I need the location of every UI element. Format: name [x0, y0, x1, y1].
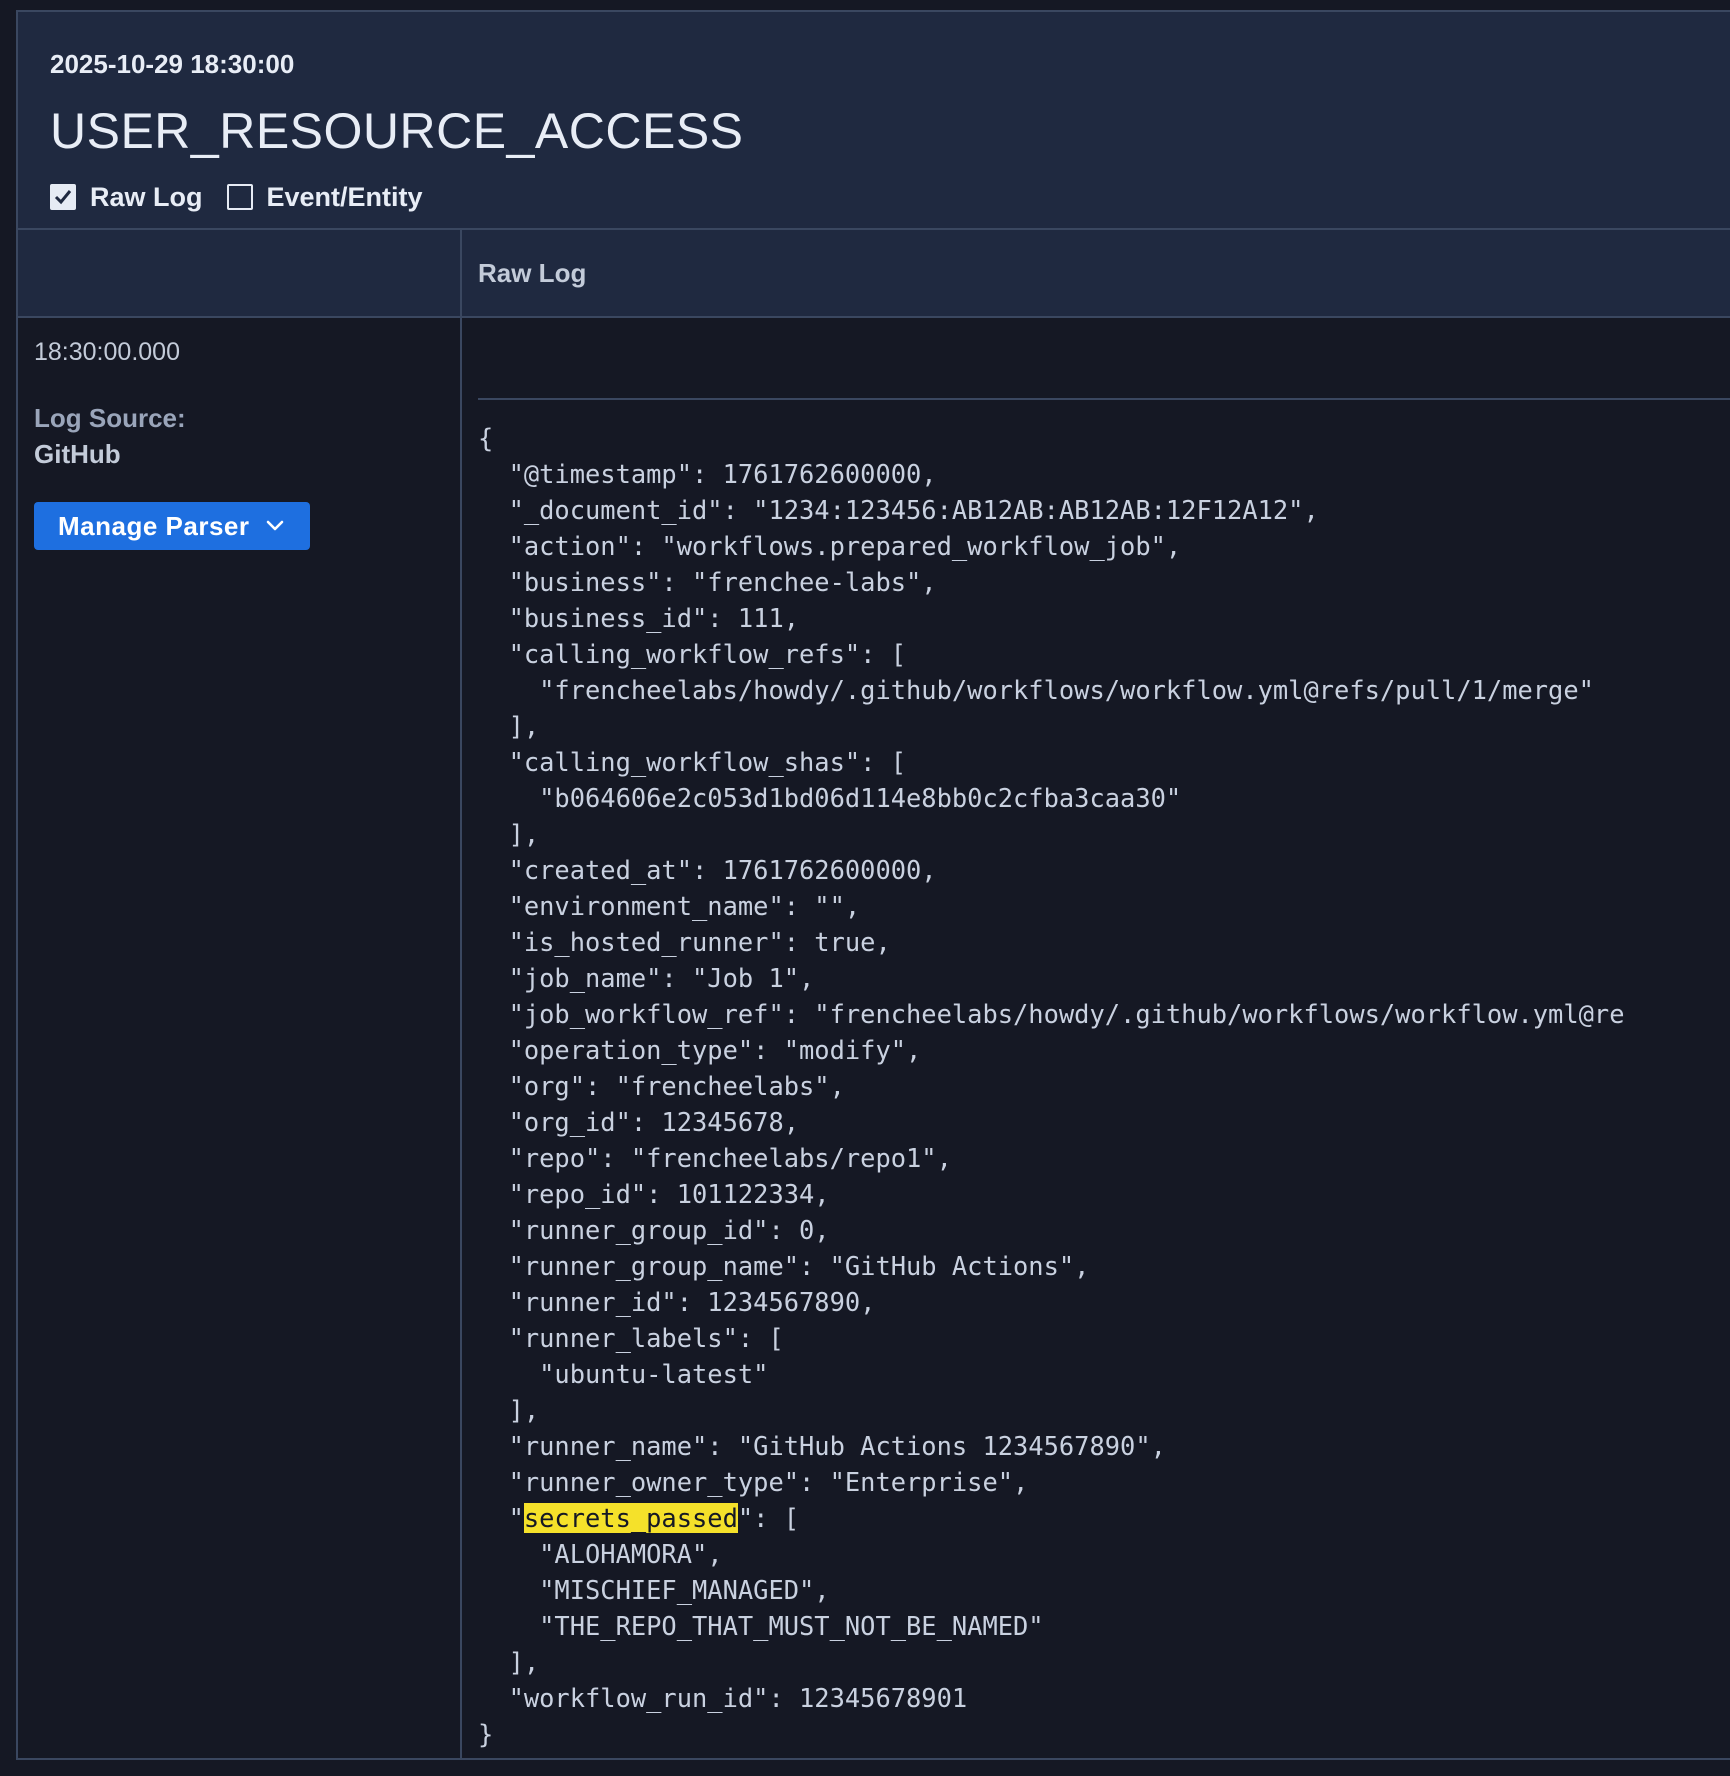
raw-log-line: "secrets_passed": [ — [478, 1503, 800, 1533]
raw-log-line: "THE_REPO_THAT_MUST_NOT_BE_NAMED" — [478, 1611, 1044, 1641]
raw-log-line: "job_workflow_ref": "frencheelabs/howdy/… — [478, 999, 1625, 1029]
raw-log-line: "runner_group_name": "GitHub Actions", — [478, 1251, 1090, 1281]
raw-log-line: ], — [478, 819, 540, 849]
log-detail-panel: 2025-10-29 18:30:00 USER_RESOURCE_ACCESS… — [16, 10, 1730, 1760]
raw-log-line: { — [478, 423, 494, 453]
raw-log-line: "repo_id": 101122334, — [478, 1179, 830, 1209]
table-body: 18:30:00.000 Log Source: GitHub Manage P… — [18, 318, 1730, 1758]
raw-log-line: ], — [478, 1395, 540, 1425]
manage-parser-button[interactable]: Manage Parser — [34, 502, 310, 550]
event-meta-column: 18:30:00.000 Log Source: GitHub Manage P… — [18, 318, 462, 1758]
raw-log-toggle[interactable]: Raw Log — [50, 182, 203, 213]
raw-log-line: "repo": "frencheelabs/repo1", — [478, 1143, 952, 1173]
event-entity-toggle[interactable]: Event/Entity — [226, 181, 423, 213]
table-header-left — [18, 230, 462, 316]
raw-log-line: "org": "frencheelabs", — [478, 1071, 845, 1101]
raw-log-column: { "@timestamp": 1761762600000, "_documen… — [462, 318, 1730, 1758]
raw-log-line: "runner_name": "GitHub Actions 123456789… — [478, 1431, 1166, 1461]
event-header: 2025-10-29 18:30:00 USER_RESOURCE_ACCESS… — [18, 12, 1730, 230]
raw-log-line: "workflow_run_id": 12345678901 — [478, 1683, 968, 1713]
event-time: 18:30:00.000 — [34, 338, 180, 366]
raw-log-line: "runner_group_id": 0, — [478, 1215, 830, 1245]
raw-log-column-header: Raw Log — [478, 257, 587, 288]
raw-log-line: "created_at": 1761762600000, — [478, 855, 937, 885]
raw-log-label: Raw Log — [90, 181, 203, 212]
raw-log-line: } — [478, 1719, 494, 1749]
log-source-label: Log Source: — [34, 403, 186, 433]
view-toggles: Raw Log Event/Entity — [50, 180, 1730, 214]
raw-log-line: "environment_name": "", — [478, 891, 861, 921]
checkmark-icon — [54, 190, 72, 205]
raw-log-line: "calling_workflow_shas": [ — [478, 747, 907, 777]
raw-log-line: "frencheelabs/howdy/.github/workflows/wo… — [478, 675, 1594, 705]
raw-log-line: "@timestamp": 1761762600000, — [478, 459, 937, 489]
event-date: 2025-10-29 18:30:00 — [50, 49, 295, 79]
raw-log-checkbox[interactable] — [50, 184, 76, 210]
raw-log-divider — [478, 398, 1730, 400]
raw-log-line: "b064606e2c053d1bd06d114e8bb0c2cfba3caa3… — [478, 783, 1182, 813]
manage-parser-label: Manage Parser — [58, 510, 250, 541]
chevron-down-icon — [265, 519, 285, 533]
raw-log-line: "runner_labels": [ — [478, 1323, 784, 1353]
raw-log-line: "is_hosted_runner": true, — [478, 927, 891, 957]
event-entity-checkbox[interactable] — [226, 184, 253, 210]
raw-log-line: "_document_id": "1234:123456:AB12AB:AB12… — [478, 495, 1319, 525]
raw-log-line: "runner_owner_type": "Enterprise", — [478, 1467, 1029, 1497]
raw-log-line: "calling_workflow_refs": [ — [478, 639, 907, 669]
raw-log-json: { "@timestamp": 1761762600000, "_documen… — [478, 420, 1730, 1752]
raw-log-line: "MISCHIEF_MANAGED", — [478, 1575, 830, 1605]
event-entity-label: Event/Entity — [266, 181, 423, 212]
raw-log-line: ], — [478, 711, 540, 741]
search-highlight: secrets_passed — [523, 1503, 738, 1533]
raw-log-line: "ALOHAMORA", — [478, 1539, 723, 1569]
log-source-value: GitHub — [34, 439, 121, 469]
raw-log-line: "ubuntu-latest" — [478, 1359, 769, 1389]
raw-log-line: "org_id": 12345678, — [478, 1107, 800, 1137]
raw-log-line: "operation_type": "modify", — [478, 1035, 922, 1065]
raw-log-line: "job_name": "Job 1", — [478, 963, 815, 993]
table-header: Raw Log — [18, 230, 1730, 318]
raw-log-line: "action": "workflows.prepared_workflow_j… — [478, 531, 1182, 561]
raw-log-line: "business": "frenchee-labs", — [478, 567, 937, 597]
event-title: USER_RESOURCE_ACCESS — [50, 103, 744, 159]
raw-log-line: "runner_id": 1234567890, — [478, 1287, 876, 1317]
raw-log-line: "business_id": 111, — [478, 603, 800, 633]
raw-log-line: ], — [478, 1647, 540, 1677]
